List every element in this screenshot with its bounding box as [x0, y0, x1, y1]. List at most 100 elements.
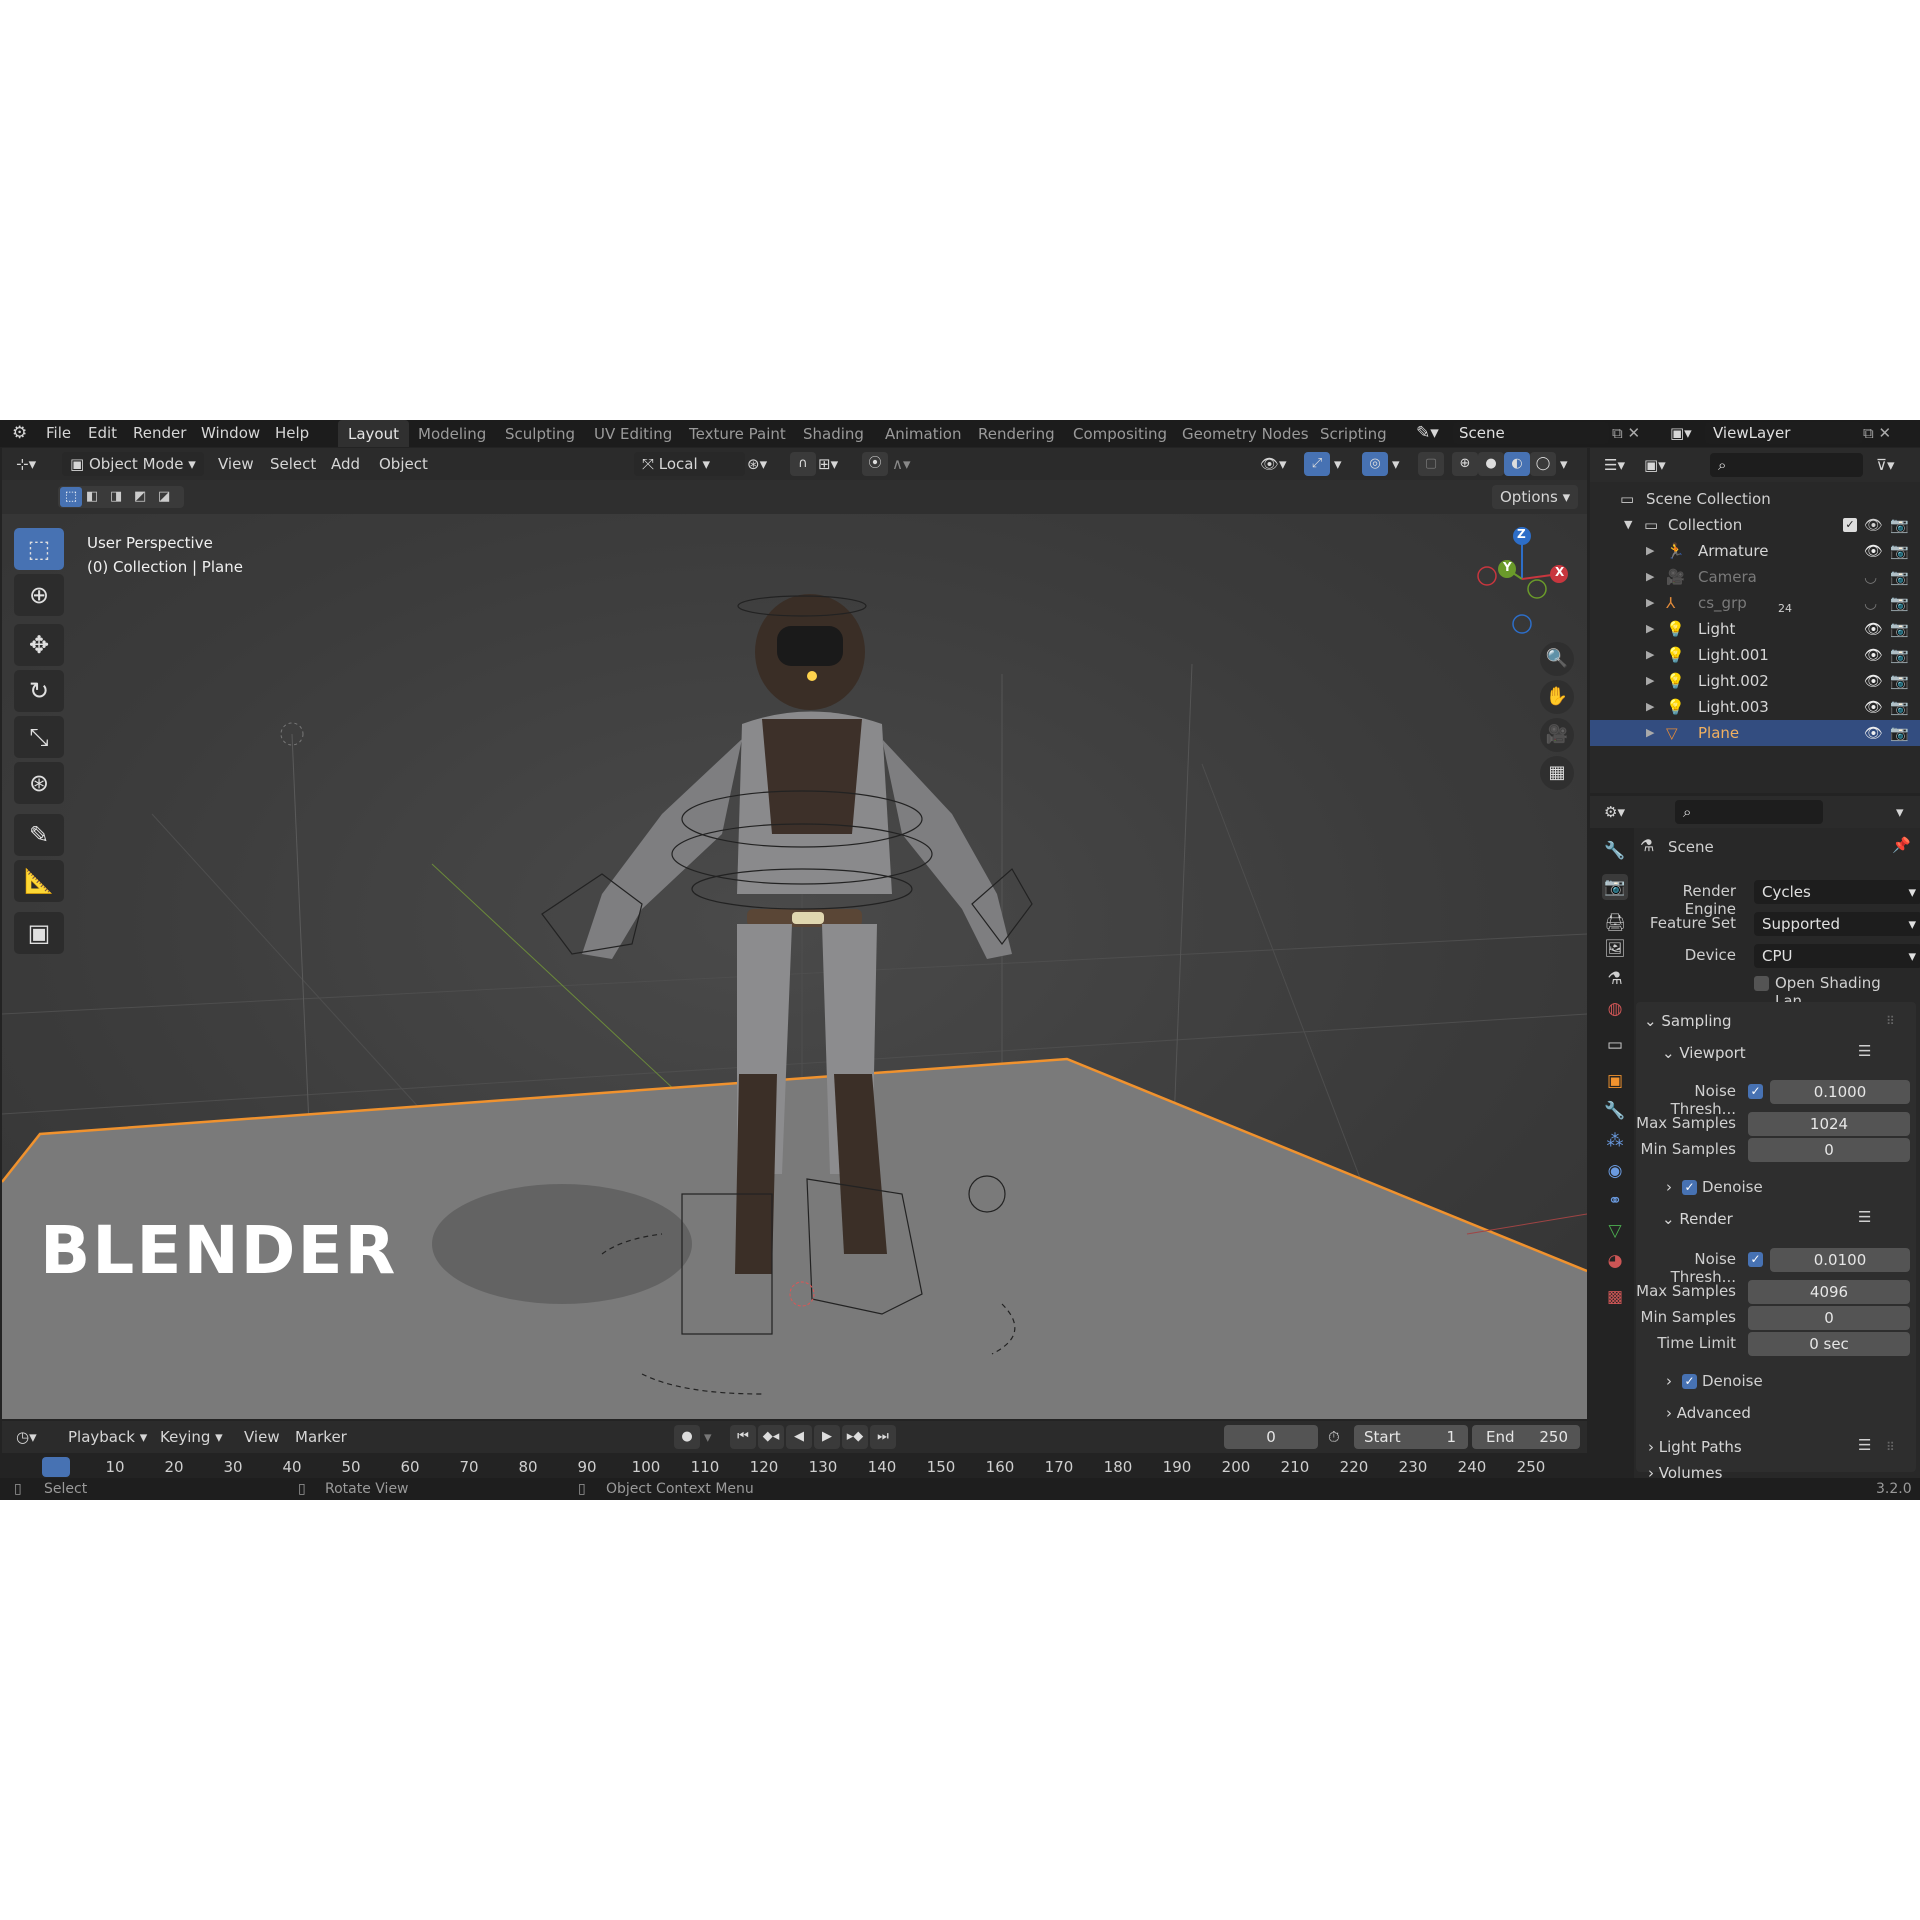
display-mode-icon[interactable]: ▣▾	[1644, 453, 1666, 477]
data-tab-icon[interactable]: ▽	[1602, 1218, 1628, 1244]
osl-checkbox[interactable]	[1754, 976, 1769, 991]
eye-icon[interactable]: 👁	[1864, 694, 1883, 720]
physics-tab-icon[interactable]: ◉	[1602, 1158, 1628, 1184]
properties-search-input[interactable]: ⌕	[1675, 800, 1823, 824]
menu-edit[interactable]: Edit	[88, 420, 117, 447]
tab-scripting[interactable]: Scripting	[1320, 420, 1387, 447]
select-invert-icon[interactable]: ◩	[134, 487, 146, 507]
render-camera-icon[interactable]: 📷	[1890, 590, 1909, 616]
eye-icon[interactable]: 👁	[1864, 668, 1883, 694]
new-view-layer-icon[interactable]: ⧉ ✕	[1863, 420, 1891, 447]
eye-icon[interactable]: 👁	[1864, 720, 1883, 746]
viewport-denoise-header[interactable]: ›	[1666, 1178, 1672, 1196]
render-camera-icon[interactable]: 📷	[1890, 564, 1909, 590]
viewport-noise-checkbox[interactable]: ✓	[1748, 1084, 1763, 1099]
tab-texture-paint[interactable]: Texture Paint	[689, 420, 786, 447]
new-scene-icon[interactable]: ⧉ ✕	[1612, 420, 1640, 447]
light-paths-panel-header[interactable]: › Light Paths	[1648, 1438, 1742, 1456]
outliner-row-collection[interactable]: ▼ ▭ Collection ✓ 👁 📷	[1590, 512, 1920, 538]
outliner-row-light-001[interactable]: ▶ 💡 Light.001 👁 📷	[1590, 642, 1920, 668]
solid-shading-icon[interactable]: ●	[1478, 452, 1504, 476]
expand-arrow-icon[interactable]: ▶	[1646, 616, 1654, 642]
pan-hand-icon[interactable]: ✋	[1540, 680, 1574, 714]
eye-closed-icon[interactable]: ◡	[1864, 564, 1877, 590]
expand-arrow-icon[interactable]: ▼	[1624, 512, 1632, 538]
select-subtract-icon[interactable]: ◨	[110, 487, 122, 507]
expand-arrow-icon[interactable]: ▶	[1646, 564, 1654, 590]
rendered-shading-icon[interactable]: ◯	[1530, 452, 1556, 476]
options-dropdown[interactable]: Options ▾	[1492, 485, 1579, 509]
outliner-editor-icon[interactable]: ☰▾	[1604, 453, 1625, 477]
jump-end-icon[interactable]: ⏭	[870, 1425, 896, 1449]
render-camera-icon[interactable]: 📷	[1890, 720, 1909, 746]
proportional-edit-icon[interactable]: ⦿	[862, 452, 888, 476]
expand-arrow-icon[interactable]: ▶	[1646, 668, 1654, 694]
render-noise-checkbox[interactable]: ✓	[1748, 1252, 1763, 1267]
select-intersect-icon[interactable]: ◪	[158, 487, 170, 507]
drag-handle-icon[interactable]: ⠿	[1886, 1440, 1895, 1454]
collection-tab-icon[interactable]: ▭	[1602, 1032, 1628, 1058]
render-max-field[interactable]: 4096	[1748, 1280, 1910, 1304]
navigation-gizmo[interactable]: Z Y X	[1467, 524, 1577, 634]
xray-icon[interactable]: ▢	[1418, 452, 1444, 476]
menu-window[interactable]: Window	[201, 420, 260, 447]
gizmo-toggle-icon[interactable]: ⤢	[1304, 452, 1330, 476]
overlays-toggle-icon[interactable]: ◎	[1362, 452, 1388, 476]
time-limit-field[interactable]: 0 sec	[1748, 1332, 1910, 1356]
record-icon[interactable]: ●	[674, 1425, 700, 1449]
pin-icon[interactable]: 📌	[1892, 836, 1911, 854]
measure-tool[interactable]: 📐	[14, 860, 64, 902]
collection-checkbox[interactable]: ✓	[1843, 518, 1857, 532]
eye-icon[interactable]: 👁	[1864, 538, 1883, 564]
prev-keyframe-icon[interactable]: ◆◂	[758, 1425, 784, 1449]
sampling-panel-header[interactable]: ⌄ Sampling	[1644, 1012, 1732, 1030]
3d-viewport[interactable]: ⬚ ⊕ ✥ ↻ ⤡ ⊛ ✎ 📐 ▣ User Perspective (0) C…	[2, 514, 1587, 1419]
render-camera-icon[interactable]: 📷	[1890, 538, 1909, 564]
select-new-icon[interactable]: ⬚	[60, 487, 82, 507]
outliner-row-plane[interactable]: ▶ ▽ Plane 👁 📷	[1590, 720, 1920, 746]
presets-list-icon[interactable]: ☰	[1858, 1208, 1871, 1226]
editor-type-icon[interactable]: ⊹▾	[16, 452, 36, 476]
outliner-row-cs-grp[interactable]: ▶ ⅄ cs_grp 24 ◡ 📷	[1590, 590, 1920, 616]
properties-options-icon[interactable]: ▾	[1896, 800, 1904, 824]
pivot-point-icon[interactable]: ⊛▾	[747, 452, 767, 476]
tab-rendering[interactable]: Rendering	[978, 420, 1055, 447]
view-layer-tab-icon[interactable]: 🖼	[1602, 936, 1628, 962]
material-tab-icon[interactable]: ◕	[1602, 1248, 1628, 1274]
timeline-editor-icon[interactable]: ◷▾	[16, 1425, 37, 1449]
menu-keying[interactable]: Keying ▾	[160, 1425, 223, 1449]
render-denoise-checkbox[interactable]: ✓	[1682, 1374, 1697, 1389]
scene-tab-icon[interactable]: ⚗	[1602, 966, 1628, 992]
properties-editor-icon[interactable]: ⚙▾	[1604, 800, 1625, 824]
add-cube-tool[interactable]: ▣	[14, 912, 64, 954]
outliner-search-input[interactable]: ⌕	[1710, 453, 1863, 477]
stopwatch-icon[interactable]: ⏱	[1328, 1425, 1340, 1449]
output-tab-icon[interactable]: 🖨	[1602, 910, 1628, 936]
timeline-ruler[interactable]: 0102030405060708090100110120130140150160…	[2, 1453, 1587, 1481]
filter-icon[interactable]: ⊽▾	[1876, 453, 1895, 477]
expand-arrow-icon[interactable]: ▶	[1646, 538, 1654, 564]
expand-arrow-icon[interactable]: ▶	[1646, 720, 1654, 746]
menu-object[interactable]: Object	[379, 452, 428, 476]
tab-geometry-nodes[interactable]: Geometry Nodes	[1182, 420, 1309, 447]
tab-modeling[interactable]: Modeling	[418, 420, 486, 447]
current-frame-field[interactable]: 0	[1224, 1425, 1318, 1449]
tab-shading[interactable]: Shading	[803, 420, 864, 447]
outliner-row-light-003[interactable]: ▶ 💡 Light.003 👁 📷	[1590, 694, 1920, 720]
render-denoise-header[interactable]: ›	[1666, 1372, 1672, 1390]
feature-set-dropdown[interactable]: Supported ▾	[1754, 912, 1920, 936]
outliner-row-armature[interactable]: ▶ 🏃 Armature 👁 📷	[1590, 538, 1920, 564]
select-box-tool[interactable]: ⬚	[14, 528, 64, 570]
record-dropdown-icon[interactable]: ▾	[704, 1425, 712, 1449]
eye-icon[interactable]: 👁	[1864, 642, 1883, 668]
viewport-max-field[interactable]: 1024	[1748, 1112, 1910, 1136]
mode-dropdown[interactable]: ▣ Object Mode ▾	[62, 452, 204, 476]
blender-logo-icon[interactable]: ⚙	[12, 420, 27, 447]
tab-layout[interactable]: Layout	[338, 420, 409, 447]
gizmo-dropdown-icon[interactable]: ▾	[1334, 452, 1342, 476]
view-layer-field[interactable]: ViewLayer	[1705, 422, 1863, 444]
tab-uv-editing[interactable]: UV Editing	[594, 420, 672, 447]
menu-playback[interactable]: Playback ▾	[68, 1425, 147, 1449]
menu-help[interactable]: Help	[275, 420, 309, 447]
viewport-min-field[interactable]: 0	[1748, 1138, 1910, 1162]
